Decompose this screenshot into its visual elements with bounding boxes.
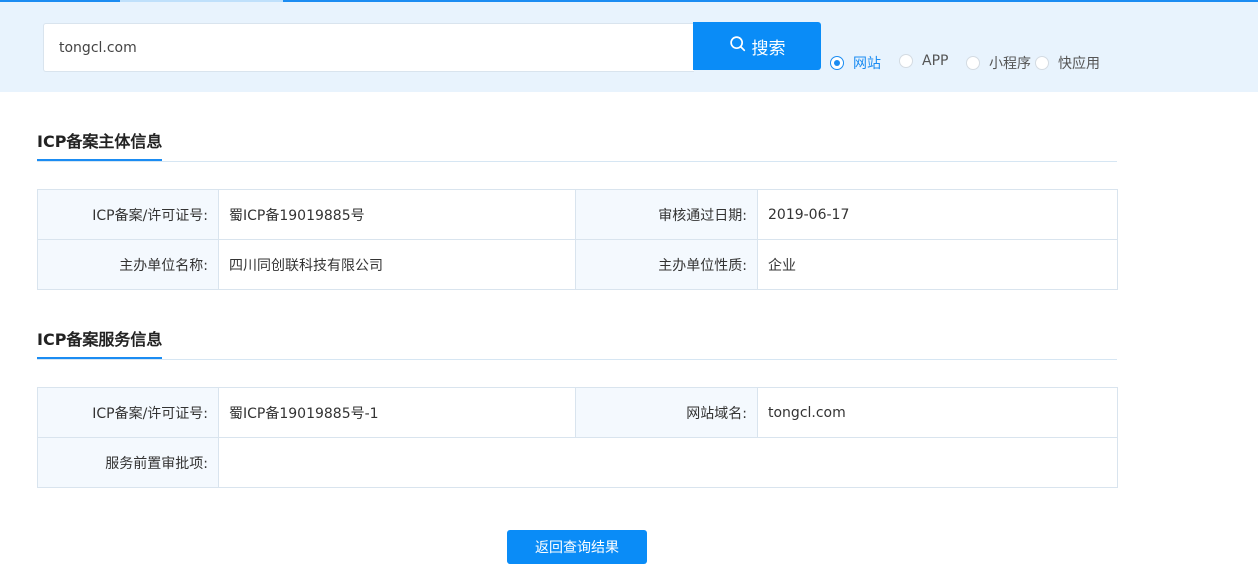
table-row: ICP备案/许可证号: 蜀ICP备19019885号-1 网站域名: tongc… (37, 387, 1118, 438)
radio-quick-app[interactable]: 快应用 (1035, 53, 1100, 73)
service-info-table: ICP备案/许可证号: 蜀ICP备19019885号-1 网站域名: tongc… (37, 387, 1118, 488)
subject-info-table: ICP备案/许可证号: 蜀ICP备19019885号 审核通过日期: 2019-… (37, 189, 1118, 290)
search-input[interactable] (43, 23, 694, 72)
pre-approval-items-label: 服务前置审批项: (37, 437, 219, 488)
license-number-label: ICP备案/许可证号: (37, 189, 219, 240)
website-domain-label: 网站域名: (575, 387, 758, 438)
radio-checked-icon (830, 56, 844, 70)
table-row: 主办单位名称: 四川同创联科技有限公司 主办单位性质: 企业 (37, 239, 1118, 290)
section-divider (37, 359, 1117, 360)
organizer-name-value: 四川同创联科技有限公司 (218, 239, 576, 290)
radio-app[interactable]: APP (899, 53, 948, 69)
radio-label-mini-program: 小程序 (989, 56, 1031, 72)
license-number-value: 蜀ICP备19019885号 (218, 189, 576, 240)
radio-unchecked-icon (1035, 56, 1049, 70)
radio-unchecked-icon (966, 56, 980, 70)
service-license-number-value: 蜀ICP备19019885号-1 (218, 387, 576, 438)
search-button[interactable]: 搜索 (693, 22, 821, 70)
section-divider (37, 161, 1117, 162)
radio-mini-program[interactable]: 小程序 (966, 53, 1031, 73)
radio-unchecked-icon (899, 54, 913, 68)
back-to-results-button[interactable]: 返回查询结果 (507, 530, 647, 564)
radio-label-website: 网站 (853, 56, 881, 72)
service-section-title: ICP备案服务信息 (37, 326, 163, 359)
table-row: ICP备案/许可证号: 蜀ICP备19019885号 审核通过日期: 2019-… (37, 189, 1118, 240)
organizer-type-label: 主办单位性质: (575, 239, 758, 290)
radio-label-quick-app: 快应用 (1058, 56, 1100, 72)
radio-label-app: APP (922, 53, 949, 69)
organizer-type-value: 企业 (757, 239, 1118, 290)
search-button-label: 搜索 (751, 38, 786, 59)
service-license-number-label: ICP备案/许可证号: (37, 387, 219, 438)
approval-date-value: 2019-06-17 (757, 189, 1118, 240)
approval-date-label: 审核通过日期: (575, 189, 758, 240)
search-icon (729, 35, 746, 57)
search-bar-area: 搜索 网站 APP 小程序 快应用 (0, 2, 1258, 92)
website-domain-value: tongcl.com (757, 387, 1118, 438)
subject-section-title: ICP备案主体信息 (37, 128, 163, 161)
pre-approval-items-value (218, 437, 1118, 488)
table-row: 服务前置审批项: (37, 437, 1118, 488)
organizer-name-label: 主办单位名称: (37, 239, 219, 290)
radio-website[interactable]: 网站 (830, 53, 881, 73)
